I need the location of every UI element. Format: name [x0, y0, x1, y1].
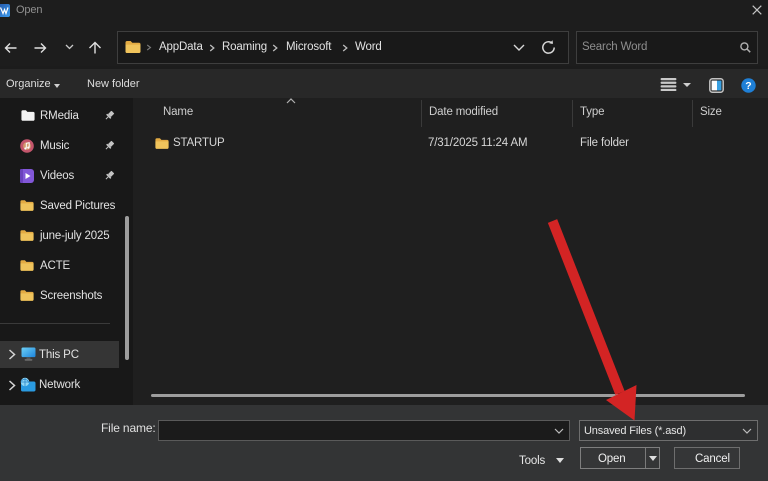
svg-text:?: ?	[745, 80, 751, 92]
